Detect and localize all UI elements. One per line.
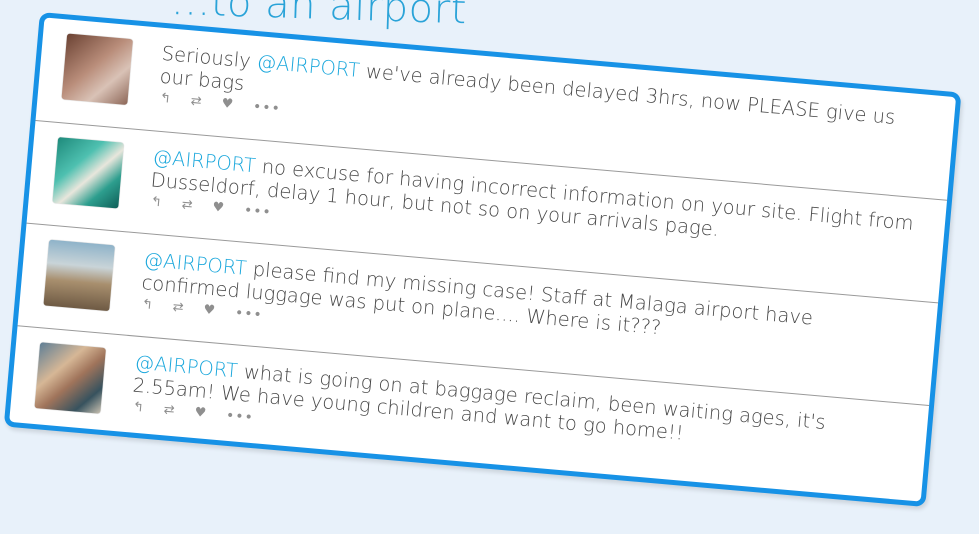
retweet-icon[interactable]: ⇄ <box>172 300 184 317</box>
stage: ...to an airport Seriously @AIRPORT we'v… <box>0 0 979 534</box>
avatar[interactable] <box>61 33 133 105</box>
avatar[interactable] <box>43 239 115 312</box>
retweet-icon[interactable]: ⇄ <box>190 94 202 111</box>
avatar[interactable] <box>52 137 124 209</box>
more-icon[interactable]: ••• <box>243 203 272 221</box>
reply-icon[interactable]: ↰ <box>141 297 153 314</box>
reply-icon[interactable]: ↰ <box>150 194 162 211</box>
more-icon[interactable]: ••• <box>252 99 281 117</box>
tweet-card: Seriously @AIRPORT we've already been de… <box>3 12 962 508</box>
tweet-text: Seriously @AIRPORT we've already been de… <box>159 42 933 155</box>
heart-icon[interactable]: ♥ <box>212 200 225 217</box>
retweet-icon[interactable]: ⇄ <box>181 197 193 214</box>
heart-icon[interactable]: ♥ <box>203 302 216 319</box>
more-icon[interactable]: ••• <box>225 408 254 426</box>
more-icon[interactable]: ••• <box>234 305 263 323</box>
avatar[interactable] <box>34 342 106 414</box>
mention-link[interactable]: @AIRPORT <box>256 50 361 82</box>
retweet-icon[interactable]: ⇄ <box>163 402 175 419</box>
heart-icon[interactable]: ♥ <box>221 96 234 113</box>
reply-icon[interactable]: ↰ <box>132 400 144 417</box>
reply-icon[interactable]: ↰ <box>159 91 171 108</box>
heart-icon[interactable]: ♥ <box>194 405 207 422</box>
